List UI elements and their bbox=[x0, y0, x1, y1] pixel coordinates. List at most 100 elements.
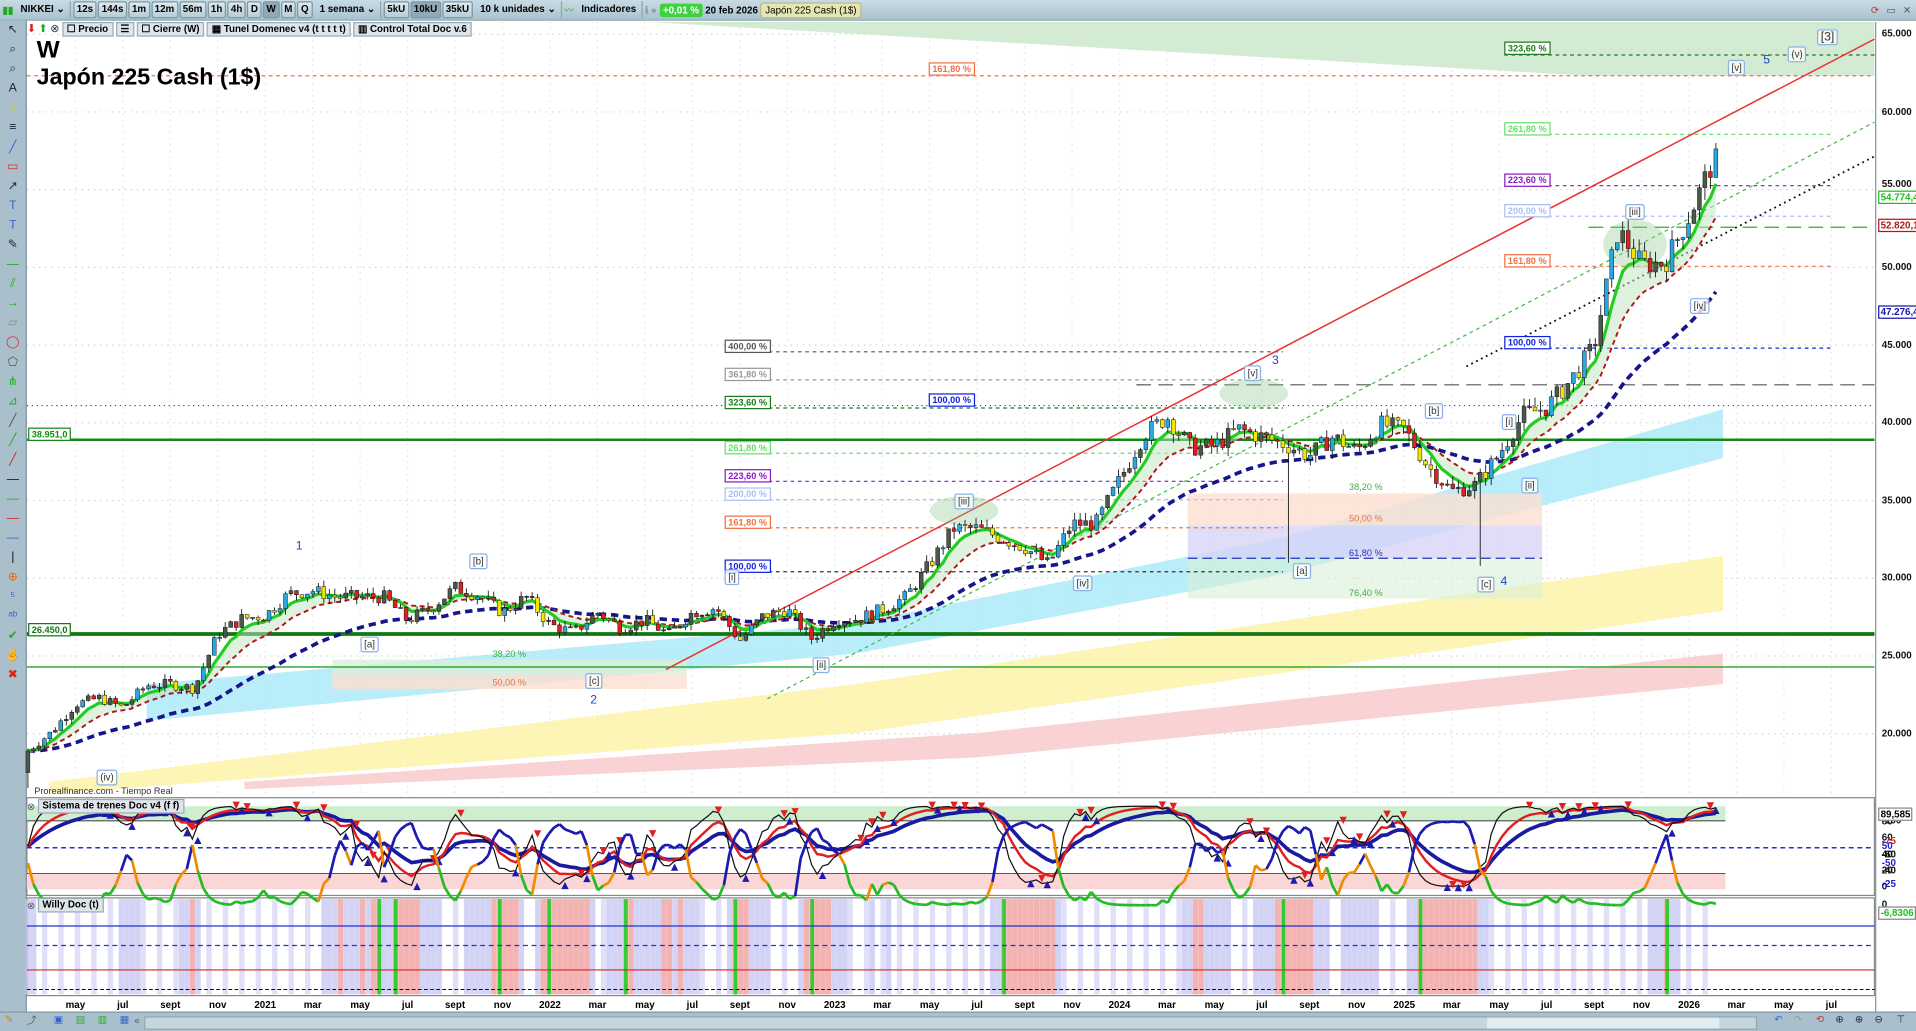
candle-body bbox=[551, 619, 557, 626]
legend-tunnel-label: Tunel Domenec v4 (t t t t t) bbox=[223, 22, 346, 34]
candle-body bbox=[1636, 250, 1642, 259]
candle-body bbox=[113, 698, 118, 704]
panel2-stripe bbox=[1159, 899, 1166, 995]
candle-body bbox=[1587, 344, 1593, 352]
redo-icon[interactable]: ↷ bbox=[1794, 1014, 1802, 1025]
panel2-title[interactable]: Willy Doc (t) bbox=[37, 897, 104, 913]
save-icon[interactable]: ▣ bbox=[54, 1014, 63, 1025]
date-label: mar bbox=[873, 999, 892, 1011]
price-tick: 50.000 bbox=[1881, 261, 1912, 273]
candle-body bbox=[1012, 545, 1017, 548]
panel2-stripe bbox=[836, 899, 842, 995]
price-chart[interactable] bbox=[0, 0, 1916, 1031]
date-label: may bbox=[1204, 999, 1225, 1011]
candle-body bbox=[568, 626, 573, 629]
wave-label: [iv] bbox=[1072, 575, 1093, 592]
legend-bar: ⬇ ⬆ ⊗ ☐ Precio ☰ ☐ Cierre (W) ▦ Tunel Do… bbox=[27, 21, 472, 37]
list-export-icon[interactable]: ▥ bbox=[98, 1014, 107, 1025]
pencil-icon[interactable]: ✎ bbox=[5, 1014, 13, 1025]
panel2-stripe bbox=[946, 899, 952, 995]
settings-icon[interactable]: ⊗ bbox=[50, 22, 59, 35]
panel2-stripe bbox=[995, 899, 1001, 995]
scroll-left-icon[interactable]: « bbox=[134, 1015, 139, 1026]
panel2-line-segment bbox=[279, 899, 286, 905]
legend-control[interactable]: ▥ Control Total Doc v.6 bbox=[353, 21, 472, 37]
wave-label: [3] bbox=[1817, 29, 1838, 46]
zoom-out-icon[interactable]: ⊖ bbox=[1874, 1014, 1882, 1025]
candle-body bbox=[1258, 432, 1264, 442]
panel1-close-icon[interactable]: ⊗ bbox=[27, 801, 35, 812]
candle-body bbox=[310, 591, 316, 595]
chart-period-title: W bbox=[36, 36, 60, 64]
date-label: sept bbox=[160, 999, 181, 1011]
candle-body bbox=[1439, 483, 1445, 486]
candle-body bbox=[458, 581, 464, 594]
panel2-stripe bbox=[1055, 899, 1062, 995]
candle-body bbox=[1505, 446, 1510, 451]
panel2-stripe bbox=[688, 899, 694, 995]
add-icon[interactable]: ⬆ bbox=[39, 22, 48, 35]
candle-body bbox=[590, 615, 595, 624]
reset-icon[interactable]: ⟲ bbox=[1816, 1014, 1824, 1025]
panel2-stripe bbox=[633, 899, 640, 995]
zoom-in-icon[interactable]: ⊕ bbox=[1855, 1014, 1863, 1025]
scrollbar-thumb[interactable] bbox=[1487, 1017, 1720, 1029]
candle-body bbox=[1017, 545, 1023, 551]
candle-body bbox=[787, 609, 792, 617]
candle-body bbox=[480, 596, 485, 599]
candle-body bbox=[1160, 419, 1165, 428]
panel2-green-stripe bbox=[393, 899, 398, 995]
panel2-stripe bbox=[562, 899, 568, 995]
legend-price[interactable]: ☐ Precio bbox=[61, 21, 114, 37]
candle-body bbox=[1554, 386, 1560, 397]
wave-label: [v] bbox=[1727, 59, 1746, 76]
undo-icon[interactable]: ↶ bbox=[1774, 1014, 1782, 1025]
candle-body bbox=[957, 524, 962, 532]
share-icon[interactable]: ⤴ bbox=[27, 1014, 37, 1027]
candle-body bbox=[179, 688, 184, 691]
horizontal-scrollbar[interactable] bbox=[144, 1016, 1758, 1030]
candle-body bbox=[776, 609, 781, 612]
layout-icon[interactable]: ▦ bbox=[120, 1014, 129, 1025]
date-label: jul bbox=[971, 999, 983, 1011]
date-label: mar bbox=[1157, 999, 1176, 1011]
candle-body bbox=[497, 600, 502, 616]
candle-body bbox=[1286, 447, 1291, 454]
candle-body bbox=[792, 609, 798, 614]
candle-body bbox=[1176, 433, 1181, 436]
candle-body bbox=[343, 592, 348, 599]
candle-body bbox=[628, 629, 633, 634]
ruler-settings-icon[interactable]: ⊤ bbox=[1896, 1014, 1905, 1025]
candle-body bbox=[124, 704, 129, 706]
candle-body bbox=[880, 604, 886, 613]
panel2-stripe bbox=[1362, 899, 1369, 995]
remove-icon[interactable]: ⬇ bbox=[27, 22, 36, 35]
legend-tunnel[interactable]: ▦ Tunel Domenec v4 (t t t t t) bbox=[206, 21, 351, 37]
panel2-stripe bbox=[431, 899, 437, 995]
panel2-stripe bbox=[748, 899, 755, 995]
candle-body bbox=[244, 614, 250, 619]
candle-body bbox=[940, 547, 946, 550]
candle-body bbox=[1291, 449, 1297, 454]
ma-tunnel-fill bbox=[27, 183, 1716, 751]
candle-body bbox=[1006, 542, 1012, 547]
panel1-title[interactable]: Sistema de trenes Doc v4 (f f) bbox=[37, 798, 185, 814]
candle-body bbox=[475, 596, 480, 600]
legend-close[interactable]: ☐ Cierre (W) bbox=[136, 21, 205, 37]
candle-body bbox=[908, 588, 913, 592]
panel2-stripe bbox=[578, 899, 585, 995]
legend-control-label: Control Total Doc v.6 bbox=[369, 22, 467, 34]
list-icon[interactable]: ☰ bbox=[115, 21, 135, 37]
panel2-stripe bbox=[611, 899, 618, 995]
zoom-fit-icon[interactable]: ⊕ bbox=[1835, 1014, 1843, 1025]
panel2-stripe bbox=[1050, 899, 1056, 995]
candle-body bbox=[1609, 249, 1614, 280]
panel2-line-segment bbox=[219, 901, 226, 906]
wave-label: [ii] bbox=[1521, 477, 1539, 494]
date-label: may bbox=[65, 999, 86, 1011]
export-icon[interactable]: ▤ bbox=[76, 1014, 85, 1025]
candle-body bbox=[1373, 437, 1379, 441]
panel2-close-icon[interactable]: ⊗ bbox=[27, 900, 35, 911]
date-label: 2025 bbox=[1393, 999, 1416, 1011]
panel2-green-stripe bbox=[1418, 899, 1423, 995]
